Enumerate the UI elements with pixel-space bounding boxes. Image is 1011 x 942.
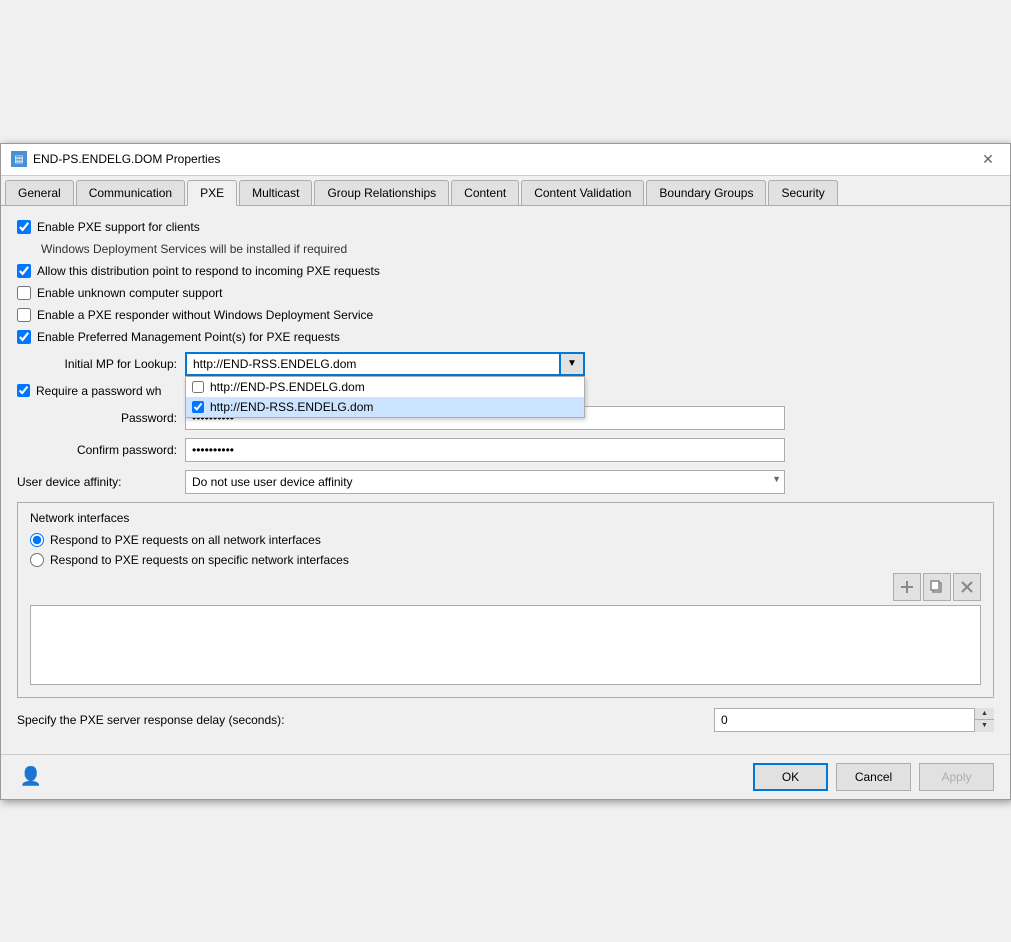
delay-input[interactable] (714, 708, 994, 732)
pxe-content: Enable PXE support for clients Windows D… (1, 206, 1010, 754)
tab-security[interactable]: Security (768, 180, 837, 205)
delay-spinner-buttons: ▲ ▼ (974, 708, 994, 732)
bottom-left: 👤 (17, 763, 45, 791)
close-button[interactable]: ✕ (976, 147, 1000, 171)
tab-bar: General Communication PXE Multicast Grou… (1, 176, 1010, 206)
enable-preferred-label: Enable Preferred Management Point(s) for… (37, 330, 340, 344)
dropdown-item-0-label: http://END-PS.ENDELG.dom (210, 380, 365, 394)
dropdown-item-0-checkbox[interactable] (192, 381, 204, 393)
tab-content-validation[interactable]: Content Validation (521, 180, 644, 205)
tab-general[interactable]: General (5, 180, 74, 205)
ok-button[interactable]: OK (753, 763, 828, 791)
delay-row: Specify the PXE server response delay (s… (17, 708, 994, 732)
radio-all-interfaces[interactable] (30, 533, 44, 547)
copy-button[interactable] (923, 573, 951, 601)
cancel-button[interactable]: Cancel (836, 763, 911, 791)
enable-responder-row: Enable a PXE responder without Windows D… (17, 308, 994, 322)
radio-specific-label: Respond to PXE requests on specific netw… (50, 553, 349, 567)
delay-spinner-down[interactable]: ▼ (975, 720, 994, 732)
delay-label: Specify the PXE server response delay (s… (17, 713, 706, 727)
delay-spinner-up[interactable]: ▲ (975, 708, 994, 721)
dropdown-item-1-checkbox[interactable] (192, 401, 204, 413)
network-interfaces-group: Network interfaces Respond to PXE reques… (17, 502, 994, 698)
add-button[interactable] (893, 573, 921, 601)
confirm-password-row: Confirm password: (17, 438, 994, 462)
confirm-password-input[interactable] (185, 438, 785, 462)
user-device-row: User device affinity: Do not use user de… (17, 470, 994, 494)
enable-pxe-label: Enable PXE support for clients (37, 220, 200, 234)
window-icon: ▤ (11, 151, 27, 167)
initial-mp-dropdown-container: ▼ http://END-PS.ENDELG.dom http://END-RS… (185, 352, 585, 376)
tab-multicast[interactable]: Multicast (239, 180, 312, 205)
dropdown-item-1-label: http://END-RSS.ENDELG.dom (210, 400, 373, 414)
add-icon (900, 580, 914, 594)
allow-incoming-row: Allow this distribution point to respond… (17, 264, 994, 278)
confirm-password-label: Confirm password: (17, 443, 177, 457)
tab-pxe[interactable]: PXE (187, 180, 237, 206)
network-interfaces-legend: Network interfaces (30, 511, 981, 525)
window-title: END-PS.ENDELG.DOM Properties (33, 152, 220, 166)
dropdown-item-0[interactable]: http://END-PS.ENDELG.dom (186, 377, 584, 397)
title-bar: ▤ END-PS.ENDELG.DOM Properties ✕ (1, 144, 1010, 176)
wds-note: Windows Deployment Services will be inst… (41, 242, 994, 256)
initial-mp-dropdown-arrow[interactable]: ▼ (559, 352, 585, 376)
tab-group-relationships[interactable]: Group Relationships (314, 180, 449, 205)
dropdown-item-1[interactable]: http://END-RSS.ENDELG.dom (186, 397, 584, 417)
enable-preferred-checkbox[interactable] (17, 330, 31, 344)
tab-content[interactable]: Content (451, 180, 519, 205)
initial-mp-input[interactable] (185, 352, 585, 376)
enable-preferred-row: Enable Preferred Management Point(s) for… (17, 330, 994, 344)
enable-responder-checkbox[interactable] (17, 308, 31, 322)
radio-all-label: Respond to PXE requests on all network i… (50, 533, 321, 547)
enable-unknown-label: Enable unknown computer support (37, 286, 222, 300)
enable-responder-label: Enable a PXE responder without Windows D… (37, 308, 373, 322)
allow-incoming-checkbox[interactable] (17, 264, 31, 278)
user-device-select-wrapper: Do not use user device affinity Allow us… (185, 470, 785, 494)
initial-mp-row: Initial MP for Lookup: ▼ http://END-PS.E… (17, 352, 994, 376)
network-toolbar (30, 573, 981, 601)
delay-spinner-wrapper: ▲ ▼ (714, 708, 994, 732)
radio-specific-interfaces[interactable] (30, 553, 44, 567)
enable-unknown-row: Enable unknown computer support (17, 286, 994, 300)
tab-boundary-groups[interactable]: Boundary Groups (646, 180, 766, 205)
bottom-right: OK Cancel Apply (753, 763, 994, 791)
user-device-label: User device affinity: (17, 475, 177, 489)
require-password-label: Require a password wh (36, 384, 161, 398)
radio-all-row: Respond to PXE requests on all network i… (30, 533, 981, 547)
password-label: Password: (17, 411, 177, 425)
copy-icon (930, 580, 944, 594)
user-icon: 👤 (17, 763, 45, 791)
enable-pxe-row: Enable PXE support for clients (17, 220, 994, 234)
title-bar-left: ▤ END-PS.ENDELG.DOM Properties (11, 151, 220, 167)
delete-icon (960, 580, 974, 594)
initial-mp-dropdown-open: http://END-PS.ENDELG.dom http://END-RSS.… (185, 376, 585, 418)
bottom-bar: 👤 OK Cancel Apply (1, 754, 1010, 799)
initial-mp-label: Initial MP for Lookup: (17, 357, 177, 371)
tab-communication[interactable]: Communication (76, 180, 185, 205)
delete-button[interactable] (953, 573, 981, 601)
user-device-select[interactable]: Do not use user device affinity Allow us… (185, 470, 785, 494)
network-interfaces-list[interactable] (30, 605, 981, 685)
require-password-checkbox[interactable] (17, 384, 30, 397)
enable-pxe-checkbox[interactable] (17, 220, 31, 234)
radio-specific-row: Respond to PXE requests on specific netw… (30, 553, 981, 567)
main-window: ▤ END-PS.ENDELG.DOM Properties ✕ General… (0, 143, 1011, 800)
apply-button[interactable]: Apply (919, 763, 994, 791)
enable-unknown-checkbox[interactable] (17, 286, 31, 300)
allow-incoming-label: Allow this distribution point to respond… (37, 264, 380, 278)
